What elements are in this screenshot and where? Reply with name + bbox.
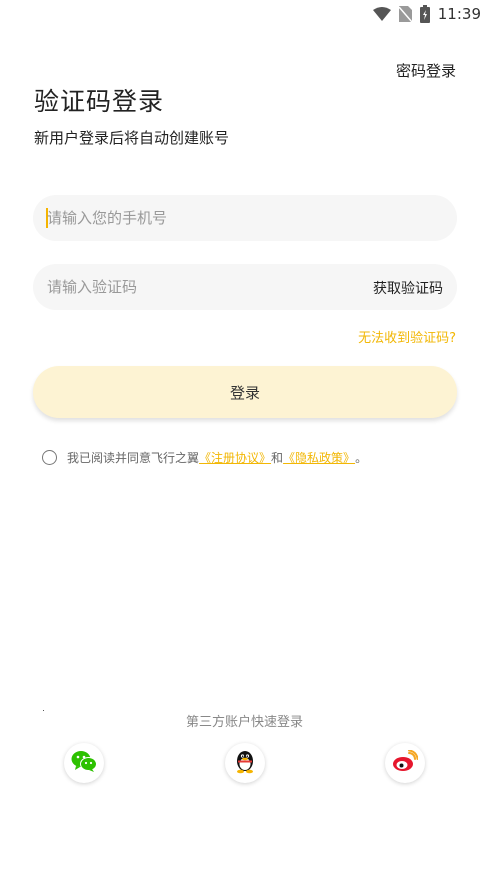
wechat-icon: [71, 750, 97, 776]
code-input[interactable]: [47, 264, 347, 310]
get-code-button[interactable]: 获取验证码: [373, 278, 443, 298]
terms-link[interactable]: 《注册协议》: [199, 449, 271, 466]
page-title: 验证码登录: [34, 87, 165, 116]
wechat-login-button[interactable]: [64, 743, 104, 783]
no-sim-icon: [398, 6, 412, 22]
code-field[interactable]: 获取验证码: [33, 264, 457, 310]
agreement-checkbox[interactable]: [42, 450, 57, 465]
wifi-icon: [372, 7, 391, 21]
agreement-prefix: 我已阅读并同意飞行之翼: [67, 451, 200, 465]
weibo-icon: [392, 749, 419, 776]
page-subtitle: 新用户登录后将自动创建账号: [34, 129, 230, 147]
third-party-title: 第三方账户快速登录: [185, 715, 303, 730]
qq-login-button[interactable]: [225, 743, 265, 783]
status-icons: 11:39: [372, 4, 481, 24]
weibo-login-button[interactable]: [385, 743, 425, 783]
agreement-suffix: 。: [355, 451, 368, 465]
status-bar: 11:39: [0, 0, 489, 28]
agreement-row: 我已阅读并同意飞行之翼 《注册协议》 和 《隐私政策》 。: [42, 449, 367, 466]
phone-field[interactable]: [33, 195, 457, 241]
battery-charging-icon: [419, 5, 430, 23]
login-button[interactable]: 登录: [33, 366, 457, 418]
qq-icon: [234, 748, 256, 778]
privacy-link[interactable]: 《隐私政策》: [283, 449, 355, 466]
agreement-connector: 和: [271, 451, 284, 465]
phone-input[interactable]: [47, 195, 347, 241]
status-time: 11:39: [437, 5, 481, 23]
password-login-link[interactable]: 密码登录: [396, 60, 456, 81]
cannot-receive-code-link[interactable]: 无法收到验证码?: [358, 327, 456, 346]
